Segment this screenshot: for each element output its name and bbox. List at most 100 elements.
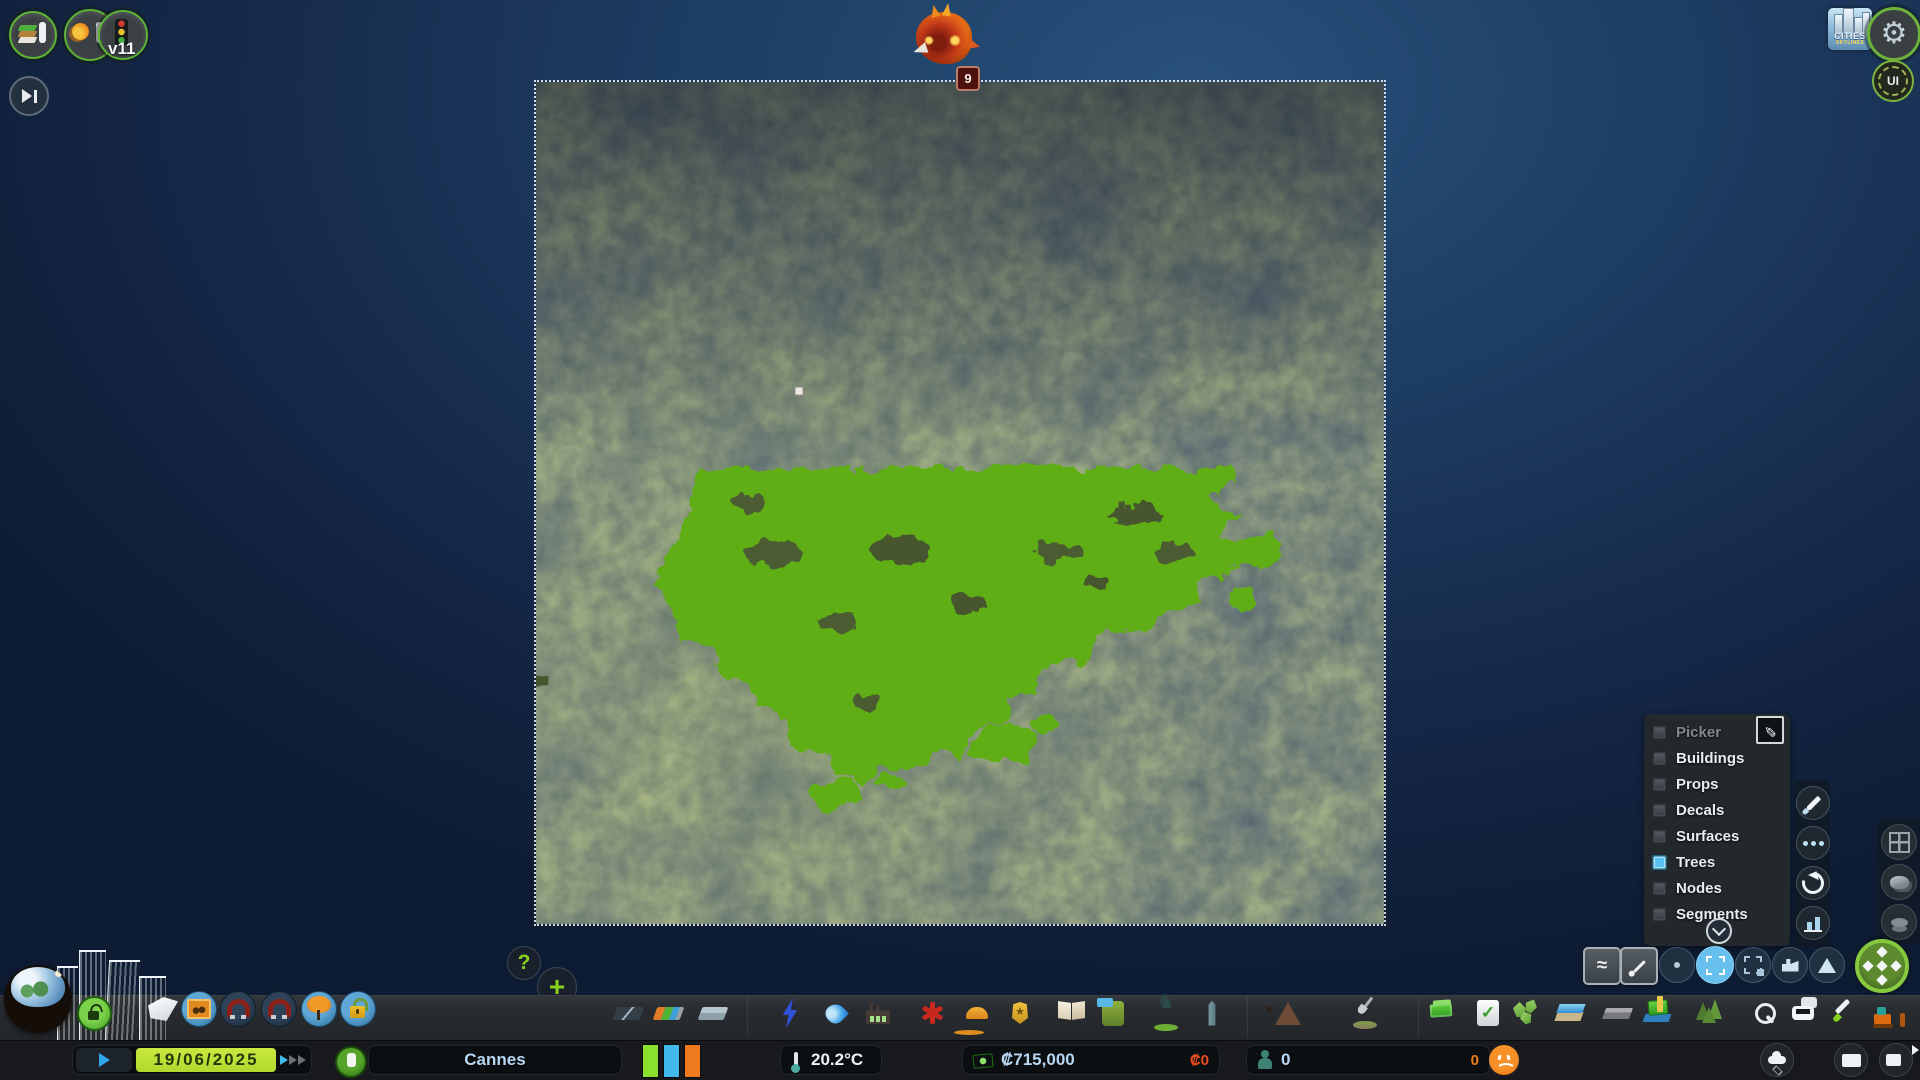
toolbar-monuments-button[interactable] [1193,994,1231,1032]
statistics-button[interactable] [1796,906,1830,940]
panel-row-decals[interactable]: Decals [1652,798,1724,823]
copy-selection-button[interactable] [1735,947,1771,983]
checkbox-segments[interactable] [1652,907,1667,922]
map-area[interactable] [534,80,1386,926]
toolbar-resources-button[interactable] [1509,994,1547,1032]
electricity-icon [778,998,802,1028]
export-building-button[interactable] [1772,947,1808,983]
chirper-badge[interactable]: 9 [956,66,980,91]
toolbar-fire-button[interactable] [958,994,996,1032]
stack-layer-white [18,37,38,43]
commercial-demand-bar[interactable] [663,1044,680,1078]
toolbar-roads-button[interactable] [609,994,647,1032]
play-button[interactable] [76,1048,132,1072]
autumn-tree-button[interactable] [301,991,337,1027]
screenshot-button[interactable] [181,991,217,1027]
toolbar-landscaping-button[interactable] [1269,994,1307,1032]
panel-row-buildings[interactable]: Buildings [1652,746,1744,771]
water-tile-icon [1556,1004,1585,1013]
padlock-button[interactable] [340,991,376,1027]
panel-row-segments[interactable]: Segments [1652,902,1748,927]
population-display[interactable]: 0 0 [1246,1045,1490,1075]
toolbar-police-button[interactable]: ★ [1001,994,1039,1032]
checkbox-surfaces[interactable] [1652,829,1667,844]
toolbar-education-button[interactable] [1053,994,1091,1032]
toolbar-districts-button[interactable] [694,994,732,1032]
magnet-button[interactable] [261,991,297,1027]
toolbar-parks-button[interactable]: ♞ [1153,994,1191,1032]
panel-row-props[interactable]: Props [1652,772,1719,797]
toolbar-water-surface-button[interactable] [1553,994,1591,1032]
selection-square-button[interactable] [1696,946,1734,984]
mod-button-content-stack[interactable] [9,11,57,59]
fire-helmet-icon [966,1007,988,1019]
magnet-button[interactable] [220,991,256,1027]
lasso-tool-button[interactable] [1620,947,1658,985]
page-sheet-button[interactable] [146,992,180,1026]
sim-toggle-button[interactable] [335,1046,367,1078]
checkbox-buildings[interactable] [1652,751,1667,766]
toolbar-transport-button[interactable] [1094,994,1132,1032]
toolbar-terraform-button[interactable] [1351,994,1389,1032]
globe-menu-button[interactable] [4,965,72,1033]
city-name-field[interactable]: Cannes [368,1045,622,1075]
help-button[interactable]: ? [507,946,541,980]
checkbox-nodes[interactable] [1652,881,1667,896]
panel-collapse-button[interactable] [1706,918,1732,944]
toolbar-healthcare-button[interactable] [913,994,951,1032]
toolbar-bulldozer-button[interactable] [1869,994,1907,1032]
waves-tool-button[interactable]: ≈ [1583,947,1621,985]
weather-button[interactable] [1760,1043,1794,1077]
camera-play-glyph [1841,1047,1848,1055]
triangle-mode-button[interactable] [1809,947,1845,983]
toolbar-zoning-button[interactable] [649,994,687,1032]
ui-toggle-button[interactable]: UI [1872,60,1914,102]
toolbar-pavement-button[interactable] [1598,994,1636,1032]
panel-row-trees[interactable]: Trees [1652,850,1715,875]
chevron-down-icon [1712,922,1726,936]
toolbar-assets-money-button[interactable] [1641,994,1679,1032]
cities-skylines-logo[interactable]: CITIES SKYLINES [1828,8,1872,50]
pencil-picker-button[interactable]: ✎ [1756,716,1784,744]
residential-demand-bar[interactable] [642,1044,659,1078]
toolbar-water-button[interactable] [816,994,854,1032]
toolbar-policies-button[interactable]: ✓ [1469,994,1507,1032]
toolbar-picker-button[interactable] [1826,994,1864,1032]
thermo-bulb [791,1064,800,1073]
panel-row-nodes[interactable]: Nodes [1652,876,1722,901]
speed-control[interactable] [280,1050,307,1070]
budget-display[interactable]: ₡715,000 ₡0 [962,1045,1220,1075]
video-camera-button[interactable] [1879,1043,1913,1077]
tile-base [1554,1012,1583,1021]
toolbar-forest-brush-button[interactable] [1693,994,1731,1032]
chirper-button[interactable] [916,12,972,64]
toolbar-traffic-button[interactable] [1789,994,1827,1032]
play-next-button[interactable] [9,76,49,116]
unlock-badge[interactable] [77,996,112,1031]
checkbox-trees[interactable] [1652,855,1667,870]
happiness-face-icon[interactable] [1489,1045,1519,1075]
panel-row-surfaces[interactable]: Surfaces [1652,824,1739,849]
stack-bar [39,22,46,43]
paint-roller-button[interactable] [1881,864,1917,900]
panel-row-picker[interactable]: Picker [1652,720,1721,745]
refresh-button[interactable] [1796,866,1830,900]
map-building-marker[interactable] [795,387,803,395]
checkbox-props[interactable] [1652,777,1667,792]
checkbox-picker[interactable] [1652,725,1667,740]
toolbar-industry-button[interactable] [859,994,897,1032]
cinematic-camera-button[interactable] [1834,1043,1868,1077]
checkbox-decals[interactable] [1652,803,1667,818]
grid-view-button[interactable] [1881,824,1917,860]
settings-button[interactable]: ⚙ [1867,7,1920,61]
lens-stack-button[interactable] [1881,904,1917,940]
move-it-tool-button[interactable] [1855,939,1909,993]
dot [1819,841,1824,846]
more-options-button[interactable] [1796,826,1830,860]
eyedropper-tool-button[interactable] [1796,786,1830,820]
industrial-demand-bar[interactable] [684,1044,701,1078]
toolbar-electricity-button[interactable] [771,994,809,1032]
toolbar-search-button[interactable] [1746,994,1784,1032]
toolbar-economy-button[interactable] [1426,994,1464,1032]
dot-mode-button[interactable] [1659,947,1695,983]
